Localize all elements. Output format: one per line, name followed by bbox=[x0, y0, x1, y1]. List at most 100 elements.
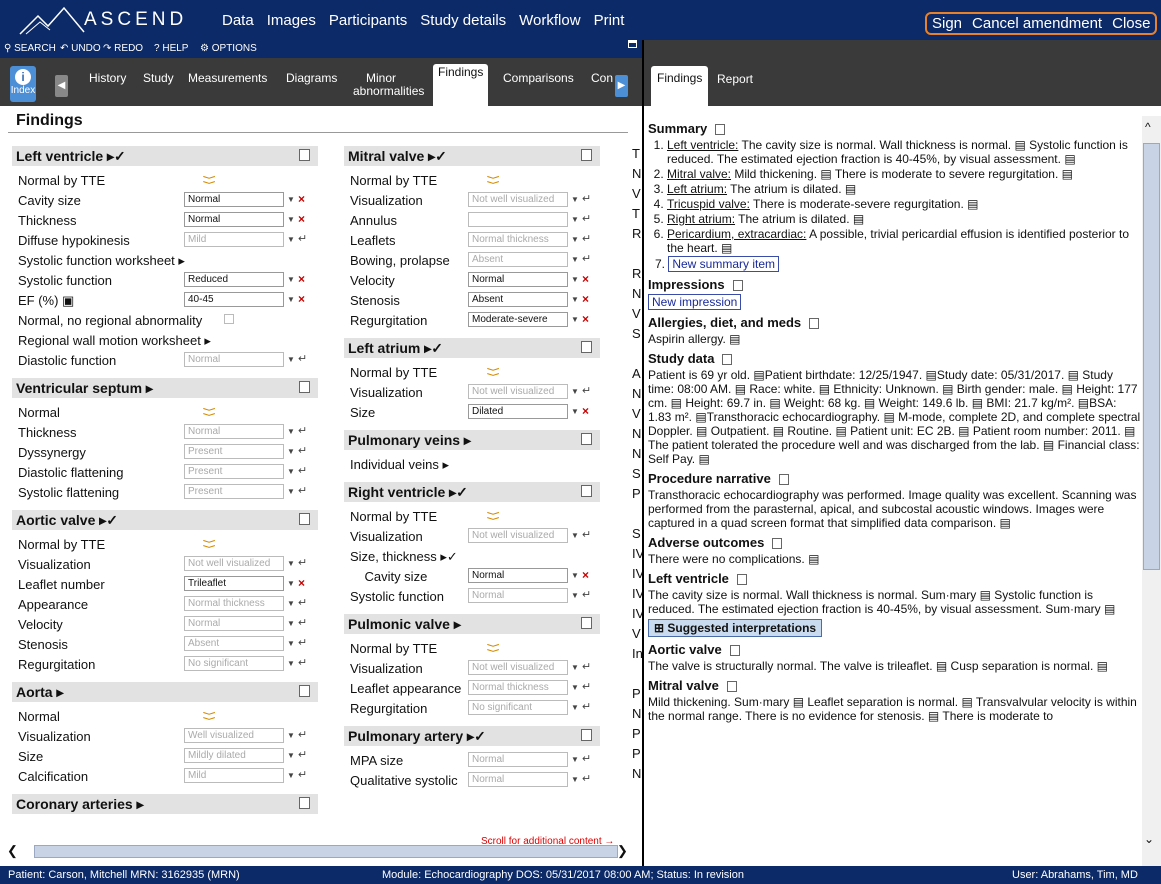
value-select[interactable]: Absent bbox=[184, 636, 284, 651]
value-select[interactable]: Not well visualized bbox=[468, 660, 568, 675]
summary-item[interactable]: Left atrium: The atrium is dilated. ▤ bbox=[667, 182, 1142, 196]
dropdown-arrow-icon[interactable]: ▼ bbox=[571, 591, 579, 600]
menu-participants[interactable]: Participants bbox=[329, 12, 407, 29]
dropdown-arrow-icon[interactable]: ▼ bbox=[287, 467, 295, 476]
note-icon[interactable] bbox=[729, 644, 740, 656]
note-icon[interactable] bbox=[581, 617, 592, 629]
normal-chevron-icon[interactable]: ⟩⟩ bbox=[201, 711, 217, 721]
cancel-amendment-button[interactable]: Cancel amendment bbox=[972, 15, 1102, 32]
tab-minor-abnormalities[interactable]: Minor abnormalities bbox=[353, 72, 424, 98]
return-icon[interactable]: ↵ bbox=[582, 752, 591, 765]
note-icon[interactable] bbox=[581, 341, 592, 353]
section-header-pulmonary-veins[interactable]: Pulmonary veins ▸ bbox=[344, 430, 600, 450]
clear-icon[interactable]: × bbox=[582, 272, 589, 286]
dropdown-arrow-icon[interactable]: ▼ bbox=[571, 703, 579, 712]
clear-icon[interactable]: × bbox=[298, 292, 305, 306]
section-header-aorta[interactable]: Aorta ▸ bbox=[12, 682, 318, 702]
tab-con[interactable]: Con bbox=[591, 72, 613, 85]
value-select[interactable]: Present bbox=[184, 444, 284, 459]
menu-data[interactable]: Data bbox=[222, 12, 254, 29]
note-icon[interactable] bbox=[778, 473, 789, 485]
menu-images[interactable]: Images bbox=[267, 12, 316, 29]
value-select[interactable]: 40-45 bbox=[184, 292, 284, 307]
return-icon[interactable]: ↵ bbox=[298, 232, 307, 245]
new-impression-button[interactable]: New impression bbox=[648, 294, 742, 310]
value-select[interactable]: Absent bbox=[468, 252, 568, 267]
note-icon[interactable] bbox=[772, 537, 783, 549]
note-icon[interactable] bbox=[722, 353, 733, 365]
return-icon[interactable]: ↵ bbox=[582, 588, 591, 601]
dropdown-arrow-icon[interactable]: ▼ bbox=[287, 195, 295, 204]
dropdown-arrow-icon[interactable]: ▼ bbox=[287, 599, 295, 608]
note-icon[interactable] bbox=[726, 680, 737, 692]
dropdown-arrow-icon[interactable]: ▼ bbox=[571, 387, 579, 396]
note-icon[interactable] bbox=[581, 433, 592, 445]
return-icon[interactable]: ↵ bbox=[298, 352, 307, 365]
dropdown-arrow-icon[interactable]: ▼ bbox=[571, 755, 579, 764]
note-icon[interactable] bbox=[809, 317, 820, 329]
return-icon[interactable]: ↵ bbox=[298, 596, 307, 609]
value-select[interactable]: Normal thickness bbox=[468, 232, 568, 247]
checkbox[interactable] bbox=[224, 314, 234, 324]
return-icon[interactable]: ↵ bbox=[298, 636, 307, 649]
dropdown-arrow-icon[interactable]: ▼ bbox=[287, 751, 295, 760]
dropdown-arrow-icon[interactable]: ▼ bbox=[571, 195, 579, 204]
dropdown-arrow-icon[interactable]: ▼ bbox=[571, 571, 579, 580]
dropdown-arrow-icon[interactable]: ▼ bbox=[287, 559, 295, 568]
value-select[interactable] bbox=[468, 212, 568, 227]
note-icon[interactable] bbox=[736, 573, 747, 585]
value-select[interactable]: Absent bbox=[468, 292, 568, 307]
summary-item[interactable]: Mitral valve: Mild thickening. ▤ There i… bbox=[667, 167, 1142, 181]
redo-button[interactable]: ↷ REDO bbox=[103, 43, 143, 54]
return-icon[interactable]: ↵ bbox=[582, 700, 591, 713]
dropdown-arrow-icon[interactable]: ▼ bbox=[571, 255, 579, 264]
new-summary-item-button[interactable]: New summary item bbox=[668, 256, 780, 272]
dropdown-arrow-icon[interactable]: ▼ bbox=[287, 731, 295, 740]
section-header-coronary-arteries[interactable]: Coronary arteries ▸ bbox=[12, 794, 318, 814]
note-icon[interactable] bbox=[299, 381, 310, 393]
summary-item[interactable]: Pericardium, extracardiac: A possible, t… bbox=[667, 227, 1142, 255]
return-icon[interactable]: ↵ bbox=[582, 680, 591, 693]
dropdown-arrow-icon[interactable]: ▼ bbox=[287, 355, 295, 364]
dropdown-arrow-icon[interactable]: ▼ bbox=[287, 275, 295, 284]
note-icon[interactable] bbox=[299, 685, 310, 697]
pane-divider[interactable] bbox=[642, 40, 644, 866]
tab-study[interactable]: Study bbox=[143, 72, 174, 85]
section-header-right-ventricle[interactable]: Right ventricle ▸✓ bbox=[344, 482, 600, 502]
tabs-left-arrow-icon[interactable]: ◀ bbox=[55, 75, 68, 97]
value-select[interactable]: Normal bbox=[184, 616, 284, 631]
note-icon[interactable] bbox=[299, 513, 310, 525]
value-select[interactable]: Normal bbox=[184, 212, 284, 227]
value-select[interactable]: Normal bbox=[184, 424, 284, 439]
note-icon[interactable] bbox=[299, 149, 310, 161]
restore-window-icon[interactable] bbox=[628, 40, 637, 48]
return-icon[interactable]: ↵ bbox=[582, 252, 591, 265]
normal-chevron-icon[interactable]: ⟩⟩ bbox=[485, 511, 501, 521]
return-icon[interactable]: ↵ bbox=[298, 728, 307, 741]
dropdown-arrow-icon[interactable]: ▼ bbox=[571, 295, 579, 304]
return-icon[interactable]: ↵ bbox=[298, 748, 307, 761]
value-select[interactable]: Normal bbox=[184, 352, 284, 367]
value-select[interactable]: Not well visualized bbox=[468, 192, 568, 207]
value-select[interactable]: Moderate-severe bbox=[468, 312, 568, 327]
return-icon[interactable]: ↵ bbox=[298, 484, 307, 497]
value-select[interactable]: Normal bbox=[468, 588, 568, 603]
scroll-left-icon[interactable]: ❮ bbox=[7, 843, 18, 859]
return-icon[interactable]: ↵ bbox=[298, 424, 307, 437]
tab-report-findings[interactable]: Findings bbox=[651, 66, 709, 106]
note-icon[interactable] bbox=[581, 485, 592, 497]
value-select[interactable]: Present bbox=[184, 464, 284, 479]
dropdown-arrow-icon[interactable]: ▼ bbox=[571, 683, 579, 692]
dropdown-arrow-icon[interactable]: ▼ bbox=[571, 215, 579, 224]
vertical-scrollbar[interactable] bbox=[1143, 143, 1160, 570]
section-header-aortic-valve[interactable]: Aortic valve ▸✓ bbox=[12, 510, 318, 530]
dropdown-arrow-icon[interactable]: ▼ bbox=[287, 295, 295, 304]
summary-item[interactable]: Left ventricle: The cavity size is norma… bbox=[667, 138, 1142, 166]
dropdown-arrow-icon[interactable]: ▼ bbox=[287, 427, 295, 436]
dropdown-arrow-icon[interactable]: ▼ bbox=[287, 579, 295, 588]
dropdown-arrow-icon[interactable]: ▼ bbox=[571, 531, 579, 540]
value-select[interactable]: Trileaflet bbox=[184, 576, 284, 591]
dropdown-arrow-icon[interactable]: ▼ bbox=[571, 775, 579, 784]
value-select[interactable]: No significant bbox=[184, 656, 284, 671]
value-select[interactable]: Mild bbox=[184, 232, 284, 247]
